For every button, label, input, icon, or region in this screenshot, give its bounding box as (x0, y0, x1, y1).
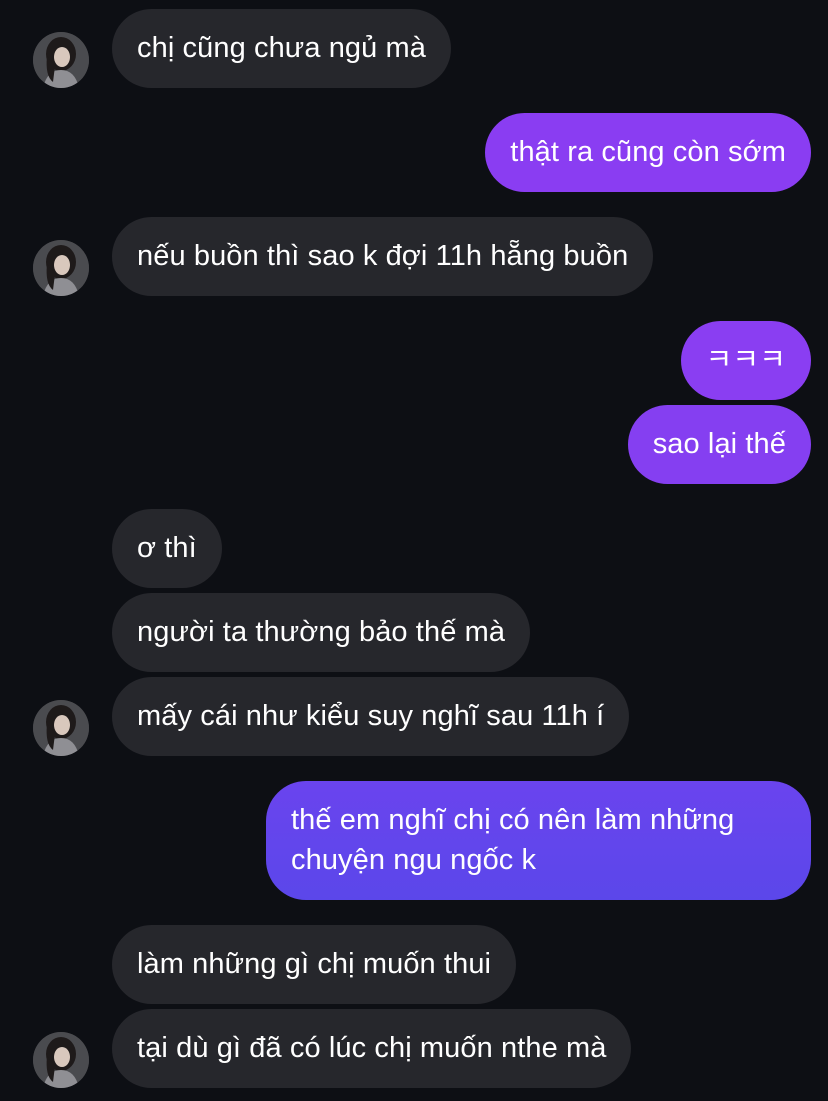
message-bubble-outgoing[interactable]: thật ra cũng còn sớm (485, 113, 811, 192)
contact-avatar[interactable] (33, 240, 89, 296)
message-bubble-outgoing[interactable]: sao lại thế (627, 405, 811, 484)
message-bubble-outgoing[interactable]: ㅋㅋㅋ (680, 321, 811, 400)
message-bubble-incoming[interactable]: tại dù gì đã có lúc chị muốn nthe mà (112, 1009, 632, 1088)
contact-avatar[interactable] (33, 700, 89, 756)
contact-avatar[interactable] (33, 1032, 89, 1088)
message-bubble-incoming[interactable]: làm những gì chị muốn thui (112, 925, 517, 1004)
message-bubble-incoming[interactable]: mấy cái như kiểu suy nghĩ sau 11h í (112, 677, 630, 756)
avatar-photo-icon (33, 32, 89, 88)
message-text: người ta thường bảo thế mà (137, 616, 506, 648)
message-text: sao lại thế (652, 428, 786, 460)
message-bubble-incoming[interactable]: người ta thường bảo thế mà (112, 593, 531, 672)
message-text: thật ra cũng còn sớm (510, 136, 786, 168)
message-text: mấy cái như kiểu suy nghĩ sau 11h í (137, 700, 605, 732)
message-bubble-outgoing[interactable]: thế em nghĩ chị có nên làm những chuyện … (266, 781, 811, 900)
message-bubble-incoming[interactable]: nếu buồn thì sao k đợi 11h hẵng buồn (112, 217, 654, 296)
avatar-photo-icon (33, 240, 89, 296)
message-text: thế em nghĩ chị có nên làm những chuyện … (291, 804, 735, 876)
message-bubble-incoming[interactable]: chị cũng chưa ngủ mà (112, 9, 452, 88)
avatar-photo-icon (33, 700, 89, 756)
message-text: ơ thì (137, 532, 197, 564)
avatar-photo-icon (33, 1032, 89, 1088)
message-text: tại dù gì đã có lúc chị muốn nthe mà (137, 1032, 607, 1064)
message-text: ㅋㅋㅋ (705, 344, 786, 376)
message-text: nếu buồn thì sao k đợi 11h hẵng buồn (137, 240, 629, 272)
message-text: chị cũng chưa ngủ mà (137, 32, 427, 64)
contact-avatar[interactable] (33, 32, 89, 88)
message-bubble-incoming[interactable]: ơ thì (112, 509, 222, 588)
message-text: làm những gì chị muốn thui (137, 948, 492, 980)
